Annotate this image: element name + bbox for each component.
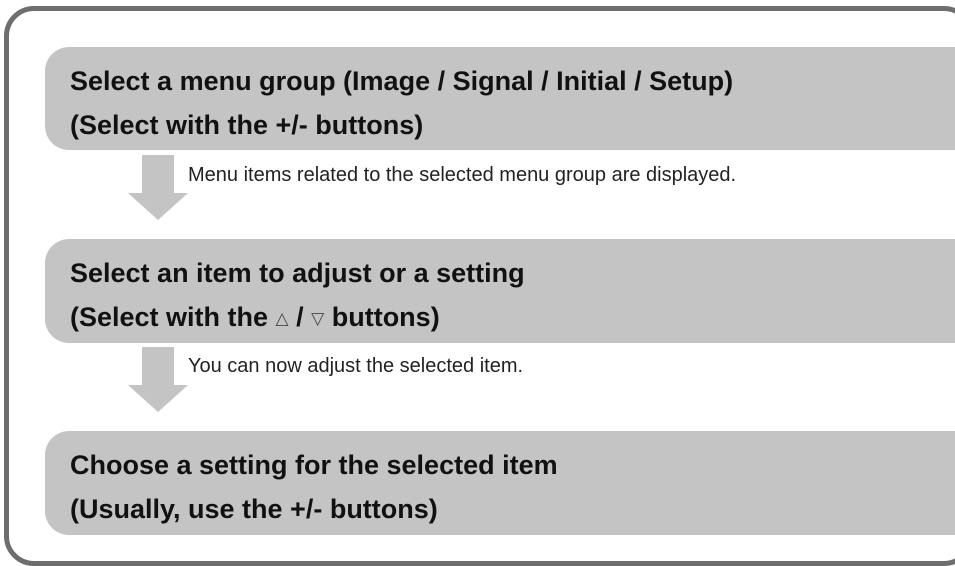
step-2-hint-separator: / (288, 302, 312, 332)
down-arrow-icon (128, 155, 193, 225)
step-2-title: Select an item to adjust or a setting (70, 258, 525, 288)
triangle-down-icon: ▽ (311, 309, 325, 328)
step-2-hint-prefix: (Select with the (70, 302, 276, 332)
step-2-hint: (Select with the △ / ▽ buttons) (70, 295, 955, 341)
step-3-title: Choose a setting for the selected item (70, 450, 558, 480)
arrow-shaft (142, 347, 174, 387)
arrow-shaft (142, 155, 174, 195)
arrow-head (128, 385, 188, 412)
note-menu-items-displayed: Menu items related to the selected menu … (188, 164, 737, 186)
step-select-item: Select an item to adjust or a setting (S… (45, 239, 955, 343)
step-choose-setting: Choose a setting for the selected item (… (45, 431, 955, 535)
arrow-head (128, 193, 188, 220)
down-arrow-icon (128, 347, 193, 417)
step-2-hint-suffix: buttons) (324, 302, 440, 332)
step-3-hint: (Usually, use the +/- buttons) (70, 494, 438, 524)
step-1-hint: (Select with the +/- buttons) (70, 110, 424, 140)
note-adjust-selected-item: You can now adjust the selected item. (188, 355, 524, 377)
triangle-up-icon: △ (275, 309, 289, 328)
step-1-title: Select a menu group (Image / Signal / In… (70, 66, 734, 96)
step-select-menu-group: Select a menu group (Image / Signal / In… (45, 47, 955, 150)
